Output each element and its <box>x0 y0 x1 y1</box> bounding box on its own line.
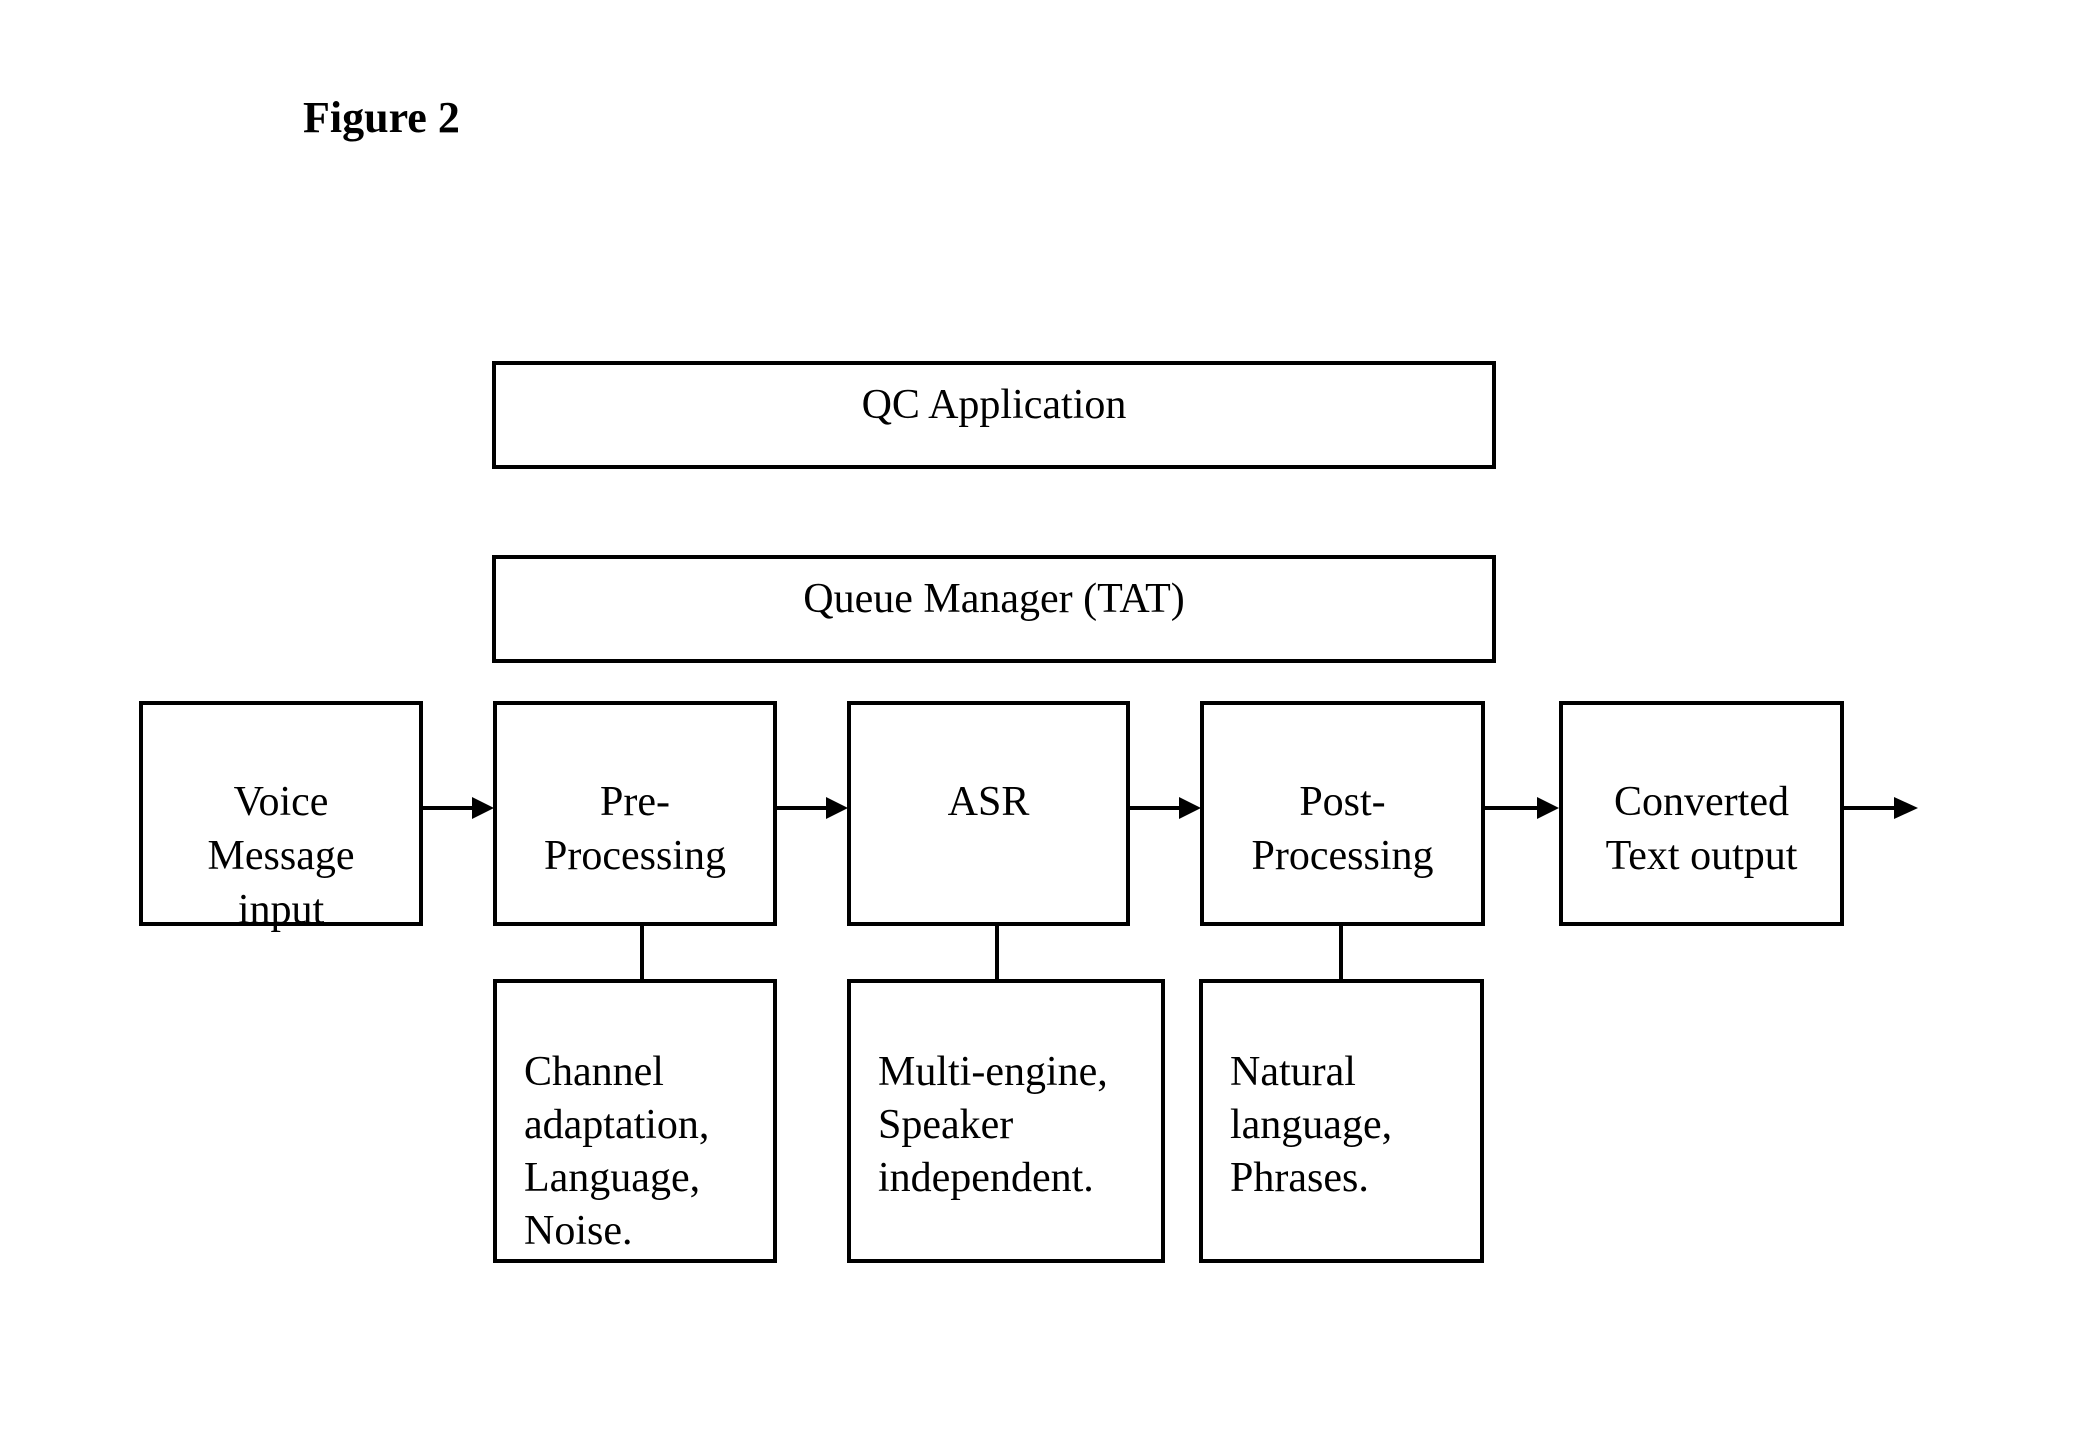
pre-processing-detail-box: Channel adaptation, Language, Noise. <box>493 979 777 1263</box>
arrowhead-output <box>1537 797 1559 819</box>
asr-detail-text: Multi-engine, Speaker independent. <box>878 1049 1108 1201</box>
post-processing-detail-text: Natural language, Phrases. <box>1230 1049 1393 1201</box>
pre-processing-detail-text: Channel adaptation, Language, Noise. <box>524 1049 710 1254</box>
pre-processing-box: Pre- Processing <box>493 701 777 926</box>
arrowhead-asr <box>826 797 848 819</box>
arrowhead-pre <box>472 797 494 819</box>
post-processing-label: Post- Processing <box>1251 779 1434 879</box>
arrowhead-external <box>1894 797 1918 819</box>
post-processing-detail-box: Natural language, Phrases. <box>1199 979 1484 1263</box>
asr-label: ASR <box>947 779 1030 825</box>
voice-message-input-box: Voice Message input <box>139 701 423 933</box>
asr-detail-box: Multi-engine, Speaker independent. <box>847 979 1165 1263</box>
pre-processing-label: Pre- Processing <box>544 779 726 879</box>
converted-text-output-box: Converted Text output <box>1559 701 1844 926</box>
voice-message-input-label: Voice Message input <box>207 779 355 933</box>
converted-text-output-label: Converted Text output <box>1605 779 1798 879</box>
asr-box: ASR <box>847 701 1130 926</box>
arrowhead-post <box>1179 797 1201 819</box>
post-processing-box: Post- Processing <box>1200 701 1485 926</box>
